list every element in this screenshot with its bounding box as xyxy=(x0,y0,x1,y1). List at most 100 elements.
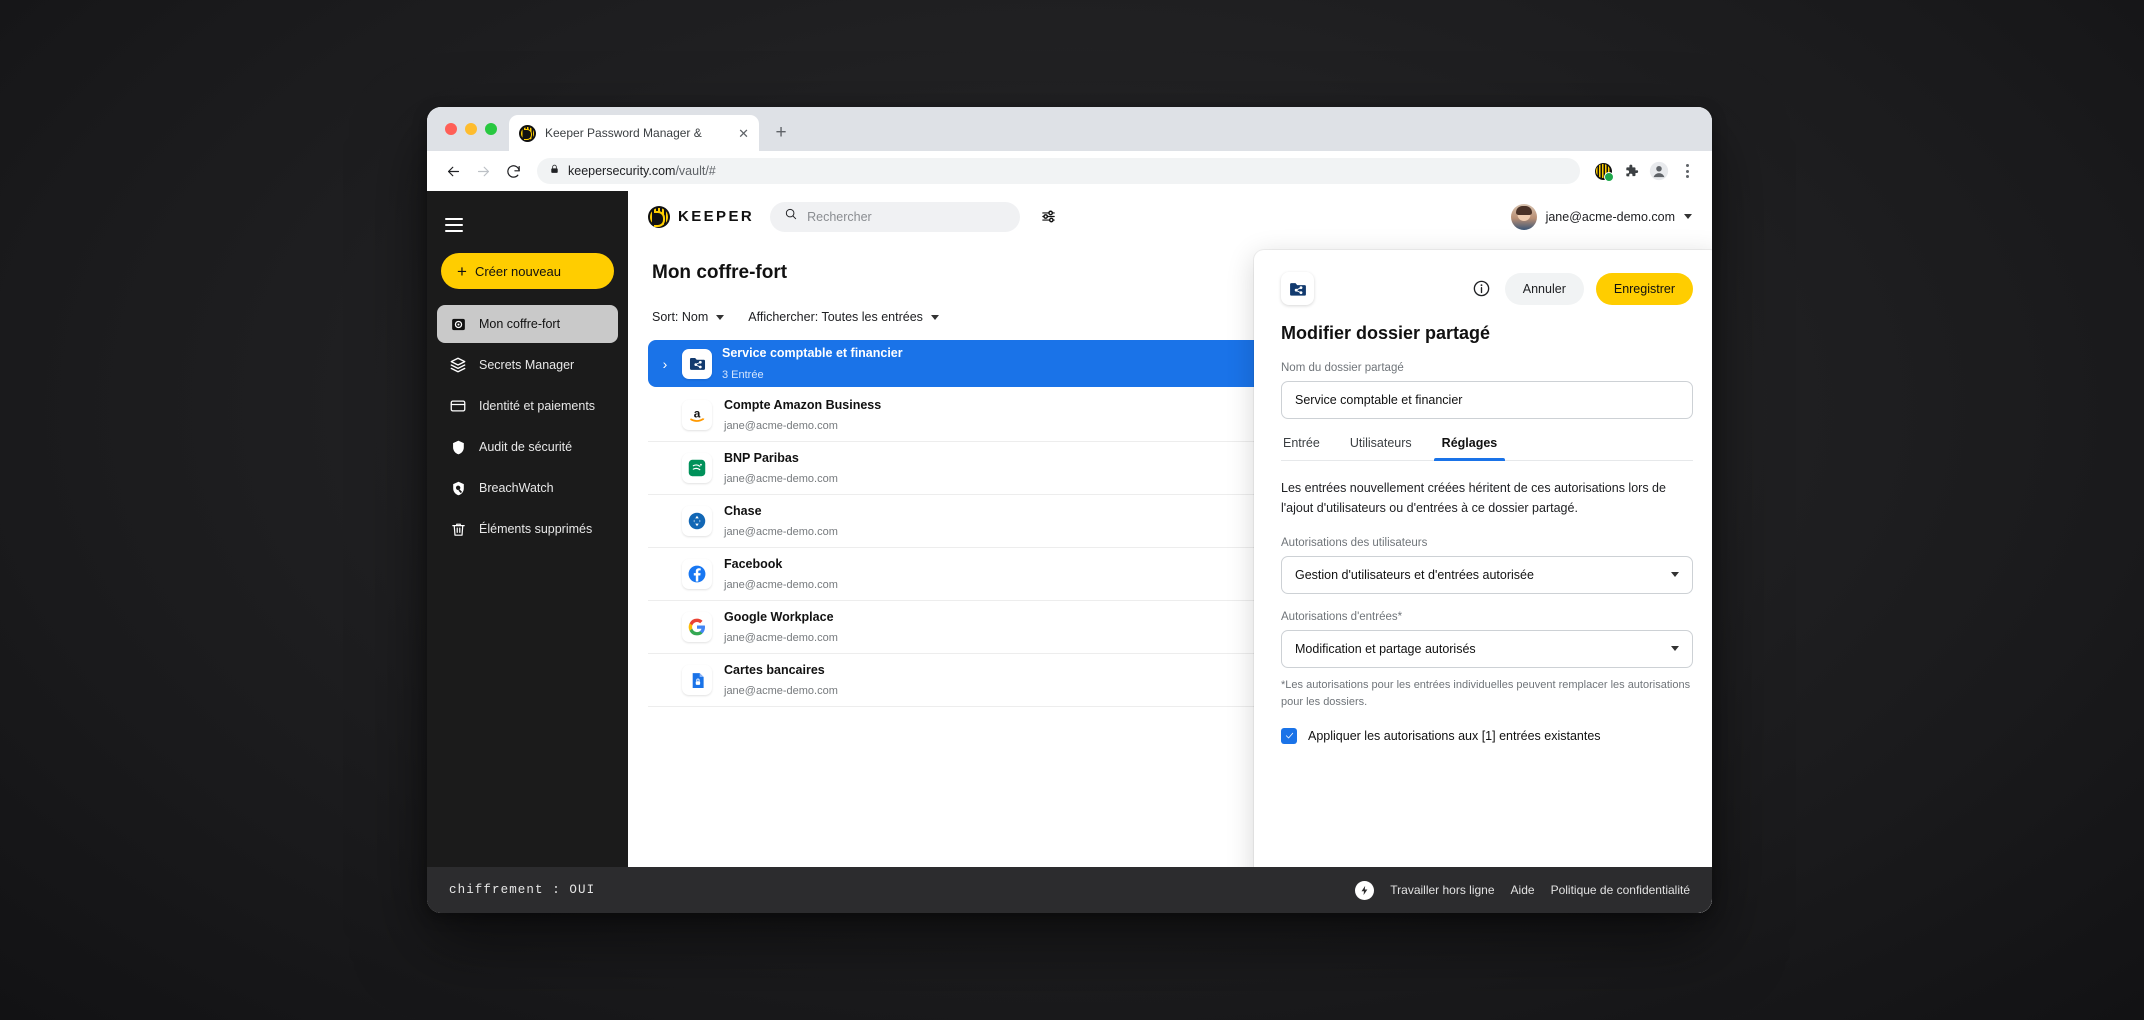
list-item-subtitle: jane@acme-demo.com xyxy=(724,526,838,538)
app-header: KEEPER Rechercher jane@acme-demo.com xyxy=(628,191,1712,242)
list-item-subtitle: jane@acme-demo.com xyxy=(724,473,838,485)
detail-panel-tabs: Entrée Utilisateurs Réglages xyxy=(1281,436,1693,461)
chevron-down-icon xyxy=(1671,646,1679,651)
user-permissions-select[interactable]: Gestion d'utilisateurs et d'entrées auto… xyxy=(1281,555,1693,594)
close-tab-icon[interactable]: ✕ xyxy=(738,127,749,140)
user-permissions-value: Gestion d'utilisateurs et d'entrées auto… xyxy=(1295,567,1534,582)
sidebar-item-label: Mon coffre-fort xyxy=(479,317,561,331)
vault-body: Mon coffre-fort Sort: Nom Affichercher: … xyxy=(628,242,1712,913)
list-item-title: Compte Amazon Business xyxy=(724,397,882,412)
user-permissions-label: Autorisations des utilisateurs xyxy=(1281,536,1428,549)
sidebar-item-identity-payments[interactable]: Identité et paiements xyxy=(437,387,618,425)
work-offline-link[interactable]: Travailler hors ligne xyxy=(1390,883,1494,897)
cancel-button[interactable]: Annuler xyxy=(1504,272,1584,305)
amazon-icon: a xyxy=(682,400,712,430)
list-item-title: Cartes bancaires xyxy=(724,662,825,677)
url-path: /vault/# xyxy=(675,164,716,178)
apply-permissions-checkbox[interactable] xyxy=(1281,727,1297,744)
list-item-title: BNP Paribas xyxy=(724,450,799,465)
list-item-title: Facebook xyxy=(724,556,783,571)
url-host: keepersecurity.com xyxy=(568,164,676,178)
sidebar-item-vault[interactable]: Mon coffre-fort xyxy=(437,305,618,343)
shared-folder-icon xyxy=(682,348,712,379)
secure-file-icon xyxy=(682,665,712,695)
keeper-favicon-icon xyxy=(519,124,536,142)
sort-label: Sort: Nom xyxy=(652,310,709,324)
keeper-logo: KEEPER xyxy=(648,205,755,228)
info-icon[interactable] xyxy=(1471,278,1493,300)
apply-permissions-checkbox-row[interactable]: Appliquer les autorisations aux [1] entr… xyxy=(1281,727,1693,744)
sidebar-item-breachwatch[interactable]: BreachWatch xyxy=(437,469,618,507)
sidebar-item-security-audit[interactable]: Audit de sécurité xyxy=(437,428,618,466)
display-filter-dropdown[interactable]: Affichercher: Toutes les entrées xyxy=(748,310,939,324)
chevron-right-icon[interactable]: › xyxy=(658,356,672,372)
tab-reglages[interactable]: Réglages xyxy=(1433,436,1505,461)
forward-arrow-icon[interactable] xyxy=(469,157,497,185)
back-arrow-icon[interactable] xyxy=(439,157,467,185)
layers-icon xyxy=(449,356,467,374)
create-new-button[interactable]: + Créer nouveau xyxy=(441,253,614,289)
url-address-bar[interactable]: keepersecurity.com/vault/# xyxy=(537,158,1580,184)
reload-icon[interactable] xyxy=(499,157,527,185)
maximize-window-button[interactable] xyxy=(485,123,497,135)
keeper-mark-icon xyxy=(648,205,670,228)
display-label: Affichercher: Toutes les entrées xyxy=(748,310,923,324)
folder-subtitle: 3 Entrée xyxy=(722,368,764,381)
sidebar-item-secrets-manager[interactable]: Secrets Manager xyxy=(437,346,618,384)
chevron-down-icon xyxy=(1671,572,1679,577)
credit-card-icon xyxy=(449,397,467,415)
sidebar-item-label: Éléments supprimés xyxy=(479,522,593,536)
tab-utilisateurs[interactable]: Utilisateurs xyxy=(1348,436,1414,460)
settings-description: Les entrées nouvellement créées héritent… xyxy=(1281,481,1666,516)
hamburger-menu-icon[interactable] xyxy=(445,211,473,239)
browser-tab-strip: Keeper Password Manager & ✕ + xyxy=(427,107,1712,151)
three-dot-menu-icon[interactable] xyxy=(1674,158,1700,184)
svg-text:a: a xyxy=(694,406,701,420)
sliders-filter-icon[interactable] xyxy=(1036,205,1060,229)
profile-avatar-icon[interactable] xyxy=(1646,158,1672,184)
sidebar-item-deleted-items[interactable]: Éléments supprimés xyxy=(437,510,618,548)
entry-permissions-value: Modification et partage autorisés xyxy=(1295,641,1476,656)
browser-tab[interactable]: Keeper Password Manager & ✕ xyxy=(509,115,759,151)
breachwatch-icon xyxy=(449,479,467,497)
lock-icon xyxy=(549,162,560,180)
folder-name-input[interactable]: Service comptable et financier xyxy=(1281,381,1693,419)
tab-entree[interactable]: Entrée xyxy=(1281,436,1322,460)
chase-icon xyxy=(682,506,712,536)
browser-window: Keeper Password Manager & ✕ + keepersecu… xyxy=(427,107,1712,913)
detail-panel-topbar: Annuler Enregistrer xyxy=(1281,272,1693,305)
search-placeholder: Rechercher xyxy=(807,209,872,224)
help-link[interactable]: Aide xyxy=(1511,883,1535,897)
puzzle-extension-icon[interactable] xyxy=(1618,158,1644,184)
list-item-subtitle: jane@acme-demo.com xyxy=(724,579,838,591)
trash-icon xyxy=(449,520,467,538)
keeper-extension-icon[interactable] xyxy=(1590,158,1616,184)
privacy-policy-link[interactable]: Politique de confidentialité xyxy=(1551,883,1690,897)
save-button[interactable]: Enregistrer xyxy=(1595,272,1693,305)
app-sidebar: + Créer nouveau Mon coffre-fort Secrets … xyxy=(427,191,628,913)
sidebar-item-label: BreachWatch xyxy=(479,481,554,495)
sort-dropdown[interactable]: Sort: Nom xyxy=(652,310,725,324)
list-item-title: Google Workplace xyxy=(724,609,834,624)
list-item-subtitle: jane@acme-demo.com xyxy=(724,632,838,644)
permissions-footnote: *Les autorisations pour les entrées indi… xyxy=(1281,678,1691,708)
chevron-down-icon xyxy=(930,314,939,320)
list-item-subtitle: jane@acme-demo.com xyxy=(724,685,838,697)
plus-icon: + xyxy=(457,261,467,281)
lightning-bolt-icon xyxy=(1355,880,1375,900)
account-menu[interactable]: jane@acme-demo.com xyxy=(1510,203,1692,230)
sidebar-item-label: Identité et paiements xyxy=(479,399,596,413)
account-email: jane@acme-demo.com xyxy=(1545,209,1675,224)
new-tab-button[interactable]: + xyxy=(767,119,795,147)
shared-folder-icon xyxy=(1281,272,1314,305)
minimize-window-button[interactable] xyxy=(465,123,477,135)
url-text: keepersecurity.com/vault/# xyxy=(568,164,716,178)
keeper-wordmark: KEEPER xyxy=(678,208,755,225)
apply-permissions-label: Appliquer les autorisations aux [1] entr… xyxy=(1308,728,1601,743)
entry-permissions-label: Autorisations d'entrées* xyxy=(1281,610,1403,623)
search-input[interactable]: Rechercher xyxy=(770,201,1021,232)
sidebar-item-label: Audit de sécurité xyxy=(479,440,573,454)
entry-permissions-select[interactable]: Modification et partage autorisés xyxy=(1281,629,1693,668)
close-window-button[interactable] xyxy=(445,123,457,135)
keeper-app-viewport: + Créer nouveau Mon coffre-fort Secrets … xyxy=(427,191,1712,913)
